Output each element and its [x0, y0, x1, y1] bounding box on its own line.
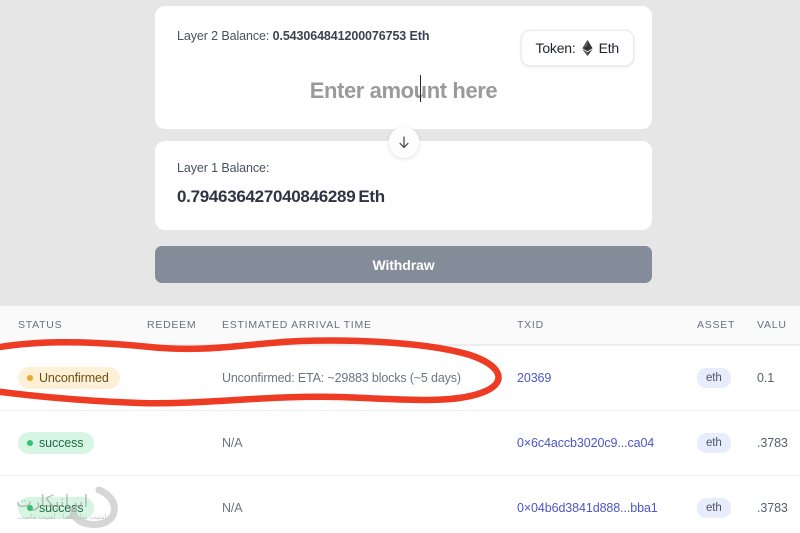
layer2-balance-amount: 0.543064841200076753 Eth	[272, 29, 430, 43]
cell-asset: eth	[695, 368, 755, 388]
token-selector[interactable]: Token: Eth	[520, 30, 634, 66]
table-row[interactable]: success N/A 0×6c4accb3020c9...ca04 eth .…	[0, 410, 800, 475]
layer1-balance-label: Layer 1 Balance:	[177, 161, 270, 175]
swap-direction-button[interactable]	[388, 127, 419, 158]
table-row[interactable]: success N/A 0×04b6d3841d888...bba1 eth .…	[0, 475, 800, 533]
cell-eta: N/A	[220, 434, 515, 452]
value-amount: 0.1	[757, 371, 775, 385]
asset-pill: eth	[697, 368, 731, 388]
amount-input-row[interactable]: Enter amount here	[155, 75, 652, 104]
layer1-balance-amount: 0.794636427040846289	[177, 187, 356, 206]
txid-link[interactable]: 0×04b6d3841d888...bba1	[517, 501, 658, 515]
column-header-eta: ESTIMATED ARRIVAL TIME	[222, 319, 372, 331]
withdraw-button[interactable]: Withdraw	[155, 246, 652, 283]
status-dot-icon	[27, 375, 33, 381]
eta-value: Unconfirmed: ETA: ~29883 blocks (~5 days…	[222, 371, 461, 385]
cell-txid: 20369	[515, 369, 695, 387]
text-caret	[419, 75, 422, 102]
column-header-status: STATUS	[18, 319, 63, 331]
token-selector-value: Eth	[598, 40, 620, 56]
asset-pill: eth	[697, 433, 731, 453]
cell-asset: eth	[695, 433, 755, 453]
ethereum-diamond-icon	[581, 40, 593, 56]
status-badge: success	[18, 497, 95, 519]
amount-input[interactable]: Enter amount here	[309, 75, 498, 104]
status-badge-label: success	[39, 436, 84, 450]
cell-value: .3783	[755, 499, 800, 517]
cell-status: Unconfirmed	[0, 367, 145, 389]
table-row[interactable]: Unconfirmed Unconfirmed: ETA: ~29883 blo…	[0, 345, 800, 410]
status-badge: success	[18, 432, 95, 454]
txid-link[interactable]: 0×6c4accb3020c9...ca04	[517, 436, 654, 450]
cell-txid: 0×04b6d3841d888...bba1	[515, 499, 695, 517]
bridge-panel: Layer 2 Balance: 0.543064841200076753 Et…	[0, 0, 800, 305]
cell-status: success	[0, 432, 145, 454]
status-dot-icon	[27, 505, 33, 511]
eta-value: N/A	[222, 501, 243, 515]
table-header-row: STATUS REDEEM ESTIMATED ARRIVAL TIME TXI…	[0, 305, 800, 345]
layer1-balance-value: 0.794636427040846289 Eth	[177, 187, 630, 207]
cell-eta: Unconfirmed: ETA: ~29883 blocks (~5 days…	[220, 369, 515, 387]
column-header-redeem: REDEEM	[147, 319, 197, 331]
amount-input-placeholder: Enter amount here	[309, 78, 498, 103]
status-badge-label: Unconfirmed	[39, 371, 109, 385]
cell-value: .3783	[755, 434, 800, 452]
column-header-txid: TXID	[517, 319, 544, 331]
cell-asset: eth	[695, 498, 755, 518]
layer1-balance-unit: Eth	[358, 187, 385, 206]
status-badge-label: success	[39, 501, 84, 515]
cell-eta: N/A	[220, 499, 515, 517]
asset-pill: eth	[697, 498, 731, 518]
status-dot-icon	[27, 440, 33, 446]
value-amount: .3783	[757, 501, 788, 515]
arrow-down-icon	[398, 136, 409, 149]
bridge-form: Layer 2 Balance: 0.543064841200076753 Et…	[155, 6, 652, 283]
layer2-card: Layer 2 Balance: 0.543064841200076753 Et…	[155, 6, 652, 129]
txid-link[interactable]: 20369	[517, 371, 551, 385]
transactions-table: STATUS REDEEM ESTIMATED ARRIVAL TIME TXI…	[0, 305, 800, 533]
token-selector-label: Token:	[535, 40, 576, 56]
column-header-value: VALU	[757, 319, 787, 331]
status-badge: Unconfirmed	[18, 367, 120, 389]
cell-value: 0.1	[755, 369, 800, 387]
value-amount: .3783	[757, 436, 788, 450]
cell-status: success	[0, 497, 145, 519]
cell-txid: 0×6c4accb3020c9...ca04	[515, 434, 695, 452]
layer2-balance-label: Layer 2 Balance:	[177, 29, 270, 43]
column-header-asset: ASSET	[697, 319, 736, 331]
eta-value: N/A	[222, 436, 243, 450]
